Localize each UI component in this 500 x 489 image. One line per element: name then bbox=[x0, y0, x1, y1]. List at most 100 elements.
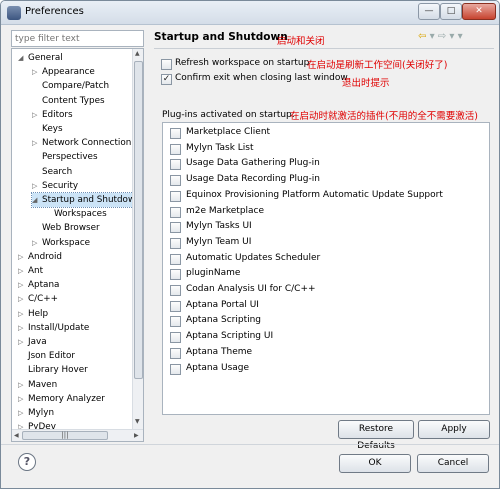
tree-hscroll-thumb[interactable]: ||| bbox=[22, 431, 108, 440]
filter-input[interactable] bbox=[11, 30, 144, 47]
plugin-item[interactable]: Mylyn Task List bbox=[163, 142, 483, 157]
tree-item[interactable]: ▷ Ant bbox=[18, 264, 43, 278]
tree-item[interactable]: ▷ Aptana bbox=[18, 278, 59, 292]
cancel-button[interactable]: Cancel bbox=[417, 454, 489, 473]
collapsed-arrow-icon[interactable]: ▷ bbox=[18, 307, 28, 321]
minimize-button[interactable]: — bbox=[418, 3, 440, 20]
tree-item[interactable]: ◢ General bbox=[18, 51, 63, 65]
tree-vertical-scrollbar[interactable]: ▲ ▼ bbox=[132, 49, 143, 429]
help-icon[interactable]: ? bbox=[18, 453, 36, 471]
plugin-item[interactable]: Aptana Scripting bbox=[163, 314, 483, 329]
collapsed-arrow-icon[interactable]: ▷ bbox=[32, 179, 42, 193]
plugin-checkbox[interactable] bbox=[170, 206, 181, 218]
tree-item[interactable]: ▷ C/C++ bbox=[18, 292, 58, 306]
plugin-item[interactable]: Codan Analysis UI for C/C++ bbox=[163, 283, 483, 298]
plugin-checkbox[interactable] bbox=[170, 128, 181, 139]
plugin-item[interactable]: Aptana Theme bbox=[163, 346, 483, 361]
restore-defaults-button[interactable]: Restore Defaults bbox=[338, 420, 414, 451]
tree-item[interactable]: Content Types bbox=[32, 94, 105, 108]
collapsed-arrow-icon[interactable]: ▷ bbox=[18, 292, 28, 306]
scroll-up-icon[interactable]: ▲ bbox=[135, 50, 140, 57]
plugin-checkbox[interactable] bbox=[170, 332, 181, 344]
maximize-button[interactable]: □ bbox=[440, 3, 462, 20]
collapsed-arrow-icon[interactable]: ▷ bbox=[32, 65, 42, 79]
plugin-checkbox[interactable] bbox=[170, 159, 181, 171]
apply-button[interactable]: Apply bbox=[418, 420, 490, 439]
tree-item[interactable]: ▷ Network Connection bbox=[32, 136, 131, 150]
tree-horizontal-scrollbar[interactable]: ◀ ||| ▶ bbox=[12, 429, 143, 441]
tree-item[interactable]: Json Editor bbox=[18, 349, 75, 363]
ok-button[interactable]: OK bbox=[339, 454, 411, 473]
scroll-right-icon[interactable]: ▶ bbox=[134, 432, 139, 439]
tree-item[interactable]: ▷ Maven bbox=[18, 378, 57, 392]
scroll-down-icon[interactable]: ▼ bbox=[135, 418, 140, 425]
tree-item[interactable]: ▷ Install/Update bbox=[18, 321, 89, 335]
expanded-arrow-icon[interactable]: ◢ bbox=[32, 193, 42, 207]
tree-item[interactable]: Search bbox=[32, 165, 72, 179]
plugin-item[interactable]: Aptana Portal UI bbox=[163, 299, 483, 314]
tree-item[interactable]: Compare/Patch bbox=[32, 79, 109, 93]
tree-item[interactable]: ▷ Memory Analyzer bbox=[18, 392, 105, 406]
plugin-item[interactable]: Usage Data Gathering Plug-in bbox=[163, 157, 483, 172]
plugin-item[interactable]: Marketplace Client bbox=[163, 126, 483, 141]
plugin-item[interactable]: Usage Data Recording Plug-in bbox=[163, 173, 483, 188]
collapsed-arrow-icon[interactable]: ▷ bbox=[18, 335, 28, 349]
collapsed-arrow-icon[interactable]: ▷ bbox=[32, 236, 42, 250]
plugin-item[interactable]: Equinox Provisioning Platform Automatic … bbox=[163, 189, 483, 204]
tree-vscroll-thumb[interactable] bbox=[134, 61, 143, 379]
plugin-checkbox[interactable] bbox=[170, 285, 181, 296]
collapsed-arrow-icon[interactable]: ▷ bbox=[18, 406, 28, 420]
refresh-workspace-checkbox[interactable] bbox=[161, 59, 172, 70]
title-separator bbox=[154, 48, 494, 49]
expanded-arrow-icon[interactable]: ◢ bbox=[18, 51, 28, 65]
close-button[interactable]: ✕ bbox=[462, 3, 496, 20]
collapsed-arrow-icon[interactable]: ▷ bbox=[18, 321, 28, 335]
plugin-checkbox[interactable] bbox=[170, 269, 181, 281]
plugin-checkbox[interactable] bbox=[170, 253, 181, 265]
confirm-exit-checkbox[interactable]: ✓ bbox=[161, 74, 172, 85]
tree-item[interactable]: ▷ Android bbox=[18, 250, 62, 264]
plugin-checkbox[interactable] bbox=[170, 222, 181, 234]
tree-item[interactable]: Keys bbox=[32, 122, 63, 136]
plugin-item[interactable]: Automatic Updates Scheduler bbox=[163, 252, 483, 267]
tree-item[interactable]: Library Hover bbox=[18, 363, 88, 377]
plugin-checkbox[interactable] bbox=[170, 143, 181, 155]
tree-item[interactable]: ▷ Mylyn bbox=[18, 406, 54, 420]
plugin-checkbox[interactable] bbox=[170, 190, 181, 202]
tree-item[interactable]: ▷ Workspace bbox=[32, 236, 90, 250]
plugin-checkbox[interactable] bbox=[170, 316, 181, 328]
collapsed-arrow-icon[interactable]: ▷ bbox=[18, 250, 28, 264]
tree-item[interactable]: Web Browser bbox=[32, 221, 100, 235]
plugin-item[interactable]: pluginName bbox=[163, 267, 483, 282]
tree-item[interactable]: ▷ Editors bbox=[32, 108, 73, 122]
plugin-checkbox[interactable] bbox=[170, 363, 181, 375]
collapsed-arrow-icon[interactable]: ▷ bbox=[18, 392, 28, 406]
tree-item[interactable]: ◢ Startup and Shutdown bbox=[31, 192, 142, 208]
plugin-checkbox[interactable] bbox=[170, 237, 181, 249]
plugin-item[interactable]: Aptana Scripting UI bbox=[163, 330, 483, 345]
plugin-item[interactable]: Aptana Usage bbox=[163, 362, 483, 377]
plugin-item[interactable]: Mylyn Team UI bbox=[163, 236, 483, 251]
plugin-checkbox[interactable] bbox=[170, 175, 181, 187]
forward-menu-icon[interactable]: ▾ bbox=[449, 31, 454, 42]
plugin-item[interactable]: m2e Marketplace bbox=[163, 205, 483, 220]
tree-item[interactable]: Workspaces bbox=[44, 207, 107, 221]
back-menu-icon[interactable]: ▾ bbox=[430, 31, 435, 42]
forward-arrow-icon[interactable]: ⇨ bbox=[438, 31, 446, 42]
collapsed-arrow-icon[interactable]: ▷ bbox=[32, 136, 42, 150]
tree-item[interactable]: ▷ Java bbox=[18, 335, 47, 349]
collapsed-arrow-icon[interactable]: ▷ bbox=[32, 108, 42, 122]
plugin-checkbox[interactable] bbox=[170, 347, 181, 359]
scroll-left-icon[interactable]: ◀ bbox=[14, 432, 19, 439]
back-arrow-icon[interactable]: ⇦ bbox=[418, 31, 426, 42]
collapsed-arrow-icon[interactable]: ▷ bbox=[18, 278, 28, 292]
tree-item[interactable]: ▷ Appearance bbox=[32, 65, 95, 79]
collapsed-arrow-icon[interactable]: ▷ bbox=[18, 264, 28, 278]
tree-item[interactable]: ▷ Help bbox=[18, 307, 48, 321]
view-menu-icon[interactable]: ▾ bbox=[458, 31, 463, 42]
tree-item[interactable]: Perspectives bbox=[32, 150, 98, 164]
plugin-item[interactable]: Mylyn Tasks UI bbox=[163, 220, 483, 235]
plugin-checkbox[interactable] bbox=[170, 300, 181, 312]
collapsed-arrow-icon[interactable]: ▷ bbox=[18, 378, 28, 392]
tree-item[interactable]: ▷ Security bbox=[32, 179, 78, 193]
